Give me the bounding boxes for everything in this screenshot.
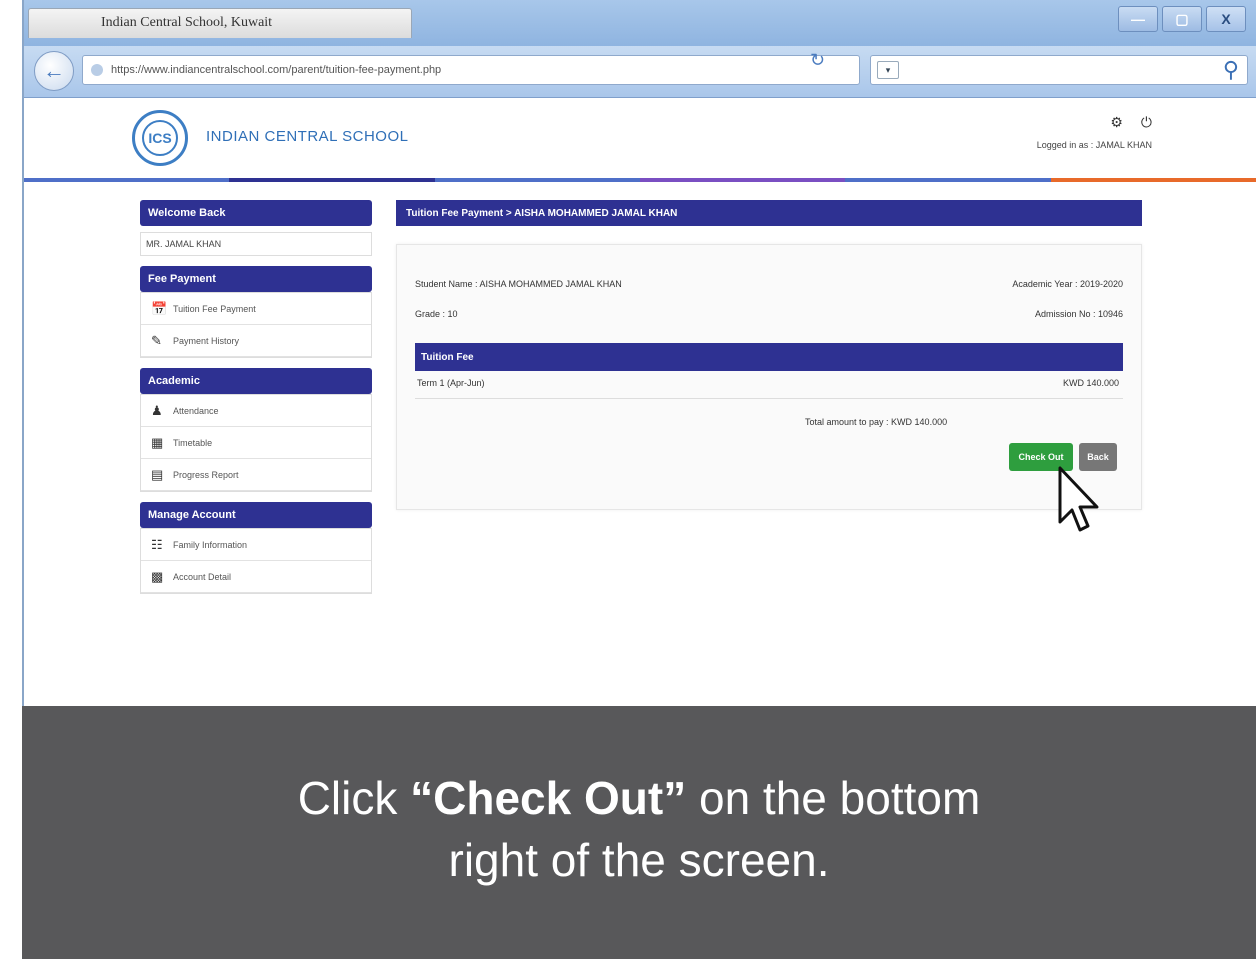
caption-line-1: Click “Check Out” on the bottom — [22, 772, 1256, 824]
grade: Grade : 10 — [415, 309, 458, 319]
welcome-header: Welcome Back — [140, 200, 372, 226]
sidebar-item-label: Tuition Fee Payment — [173, 303, 256, 314]
academic-header: Academic — [140, 368, 372, 394]
sidebar: Welcome Back MR. JAMAL KHAN Fee Payment … — [140, 200, 372, 604]
payment-panel-body: Student Name : AISHA MOHAMMED JAMAL KHAN… — [415, 245, 1123, 509]
title-bar: Indian Central School, Kuwait — ▢ X — [24, 0, 1256, 46]
manage-account-menu: ☷ Family Information ▩ Account Detail — [140, 528, 372, 594]
caption-emphasis: “Check Out” — [410, 772, 687, 824]
main-content: Tuition Fee Payment > AISHA MOHAMMED JAM… — [396, 200, 1142, 510]
admission-number: Admission No : 10946 — [1034, 309, 1123, 319]
payment-panel: Student Name : AISHA MOHAMMED JAMAL KHAN… — [396, 244, 1142, 510]
fee-table-header: Tuition Fee — [415, 343, 1123, 371]
browser-navbar: ← https://www.indiancentralschool.com/pa… — [24, 46, 1256, 98]
timetable-icon: ▦ — [151, 434, 164, 450]
header-icons: ⚙ ⏻ — [1110, 114, 1152, 131]
stripe-segment — [229, 178, 435, 182]
site-header: ICS INDIAN CENTRAL SCHOOL ⚙ ⏻ Logged in … — [24, 98, 1256, 184]
caption-line-2: right of the screen. — [448, 834, 830, 886]
progress-report-icon: ▤ — [151, 466, 164, 482]
sidebar-item-label: Progress Report — [173, 469, 239, 480]
fee-payment-menu: 📅 Tuition Fee Payment ✎ Payment History — [140, 292, 372, 358]
logo-emblem: ICS — [142, 120, 178, 156]
attendance-icon: ♟ — [151, 402, 163, 418]
logged-in-text: Logged in as : JAMAL KHAN — [1036, 140, 1152, 150]
school-logo[interactable]: ICS — [132, 110, 188, 166]
stripe-segment — [434, 178, 640, 182]
power-icon[interactable]: ⏻ — [1141, 114, 1152, 131]
page-title: Tuition Fee Payment > AISHA MOHAMMED JAM… — [396, 200, 1142, 226]
arrow-left-icon: ← — [43, 58, 65, 83]
search-engine-dropdown[interactable]: ▾ — [877, 61, 899, 79]
sidebar-item-timetable[interactable]: ▦ Timetable — [141, 427, 371, 459]
instruction-caption: Click “Check Out” on the bottom right of… — [22, 706, 1256, 959]
sidebar-item-label: Timetable — [173, 437, 213, 448]
calendar-icon: 📅 — [151, 300, 168, 316]
sidebar-item-progress-report[interactable]: ▤ Progress Report — [141, 459, 371, 491]
minimize-button[interactable]: — — [1118, 6, 1158, 32]
sidebar-item-family-information[interactable]: ☷ Family Information — [141, 529, 371, 561]
sidebar-item-label: Payment History — [173, 335, 240, 346]
manage-account-header: Manage Account — [140, 502, 372, 528]
stripe-segment — [1050, 178, 1256, 182]
address-bar[interactable]: https://www.indiancentralschool.com/pare… — [82, 55, 860, 85]
reload-icon[interactable]: ↻ — [810, 50, 825, 71]
academic-year: Academic Year : 2019-2020 — [1012, 279, 1123, 289]
address-url: https://www.indiancentralschool.com/pare… — [111, 64, 442, 76]
fee-term-label: Term 1 (Apr-Jun) — [417, 378, 485, 388]
student-name: Student Name : AISHA MOHAMMED JAMAL KHAN — [415, 279, 622, 289]
total-amount: Total amount to pay : KWD 140.000 — [805, 417, 948, 427]
sidebar-item-account-detail[interactable]: ▩ Account Detail — [141, 561, 371, 593]
globe-icon — [91, 64, 103, 76]
back-button[interactable]: ← — [34, 51, 74, 91]
table-row: Term 1 (Apr-Jun) KWD 140.000 — [415, 375, 1123, 399]
stripe-segment — [639, 178, 846, 182]
mouse-pointer-icon — [1058, 466, 1099, 532]
academic-menu: ♟ Attendance ▦ Timetable ▤ Progress Repo… — [140, 394, 372, 492]
sidebar-item-attendance[interactable]: ♟ Attendance — [141, 395, 371, 427]
search-input[interactable]: ▾ ⚲ — [870, 55, 1248, 85]
restore-button[interactable]: ▢ — [1162, 6, 1202, 32]
settings-icon[interactable]: ⚙ — [1110, 114, 1123, 131]
stripe-segment — [24, 178, 230, 182]
family-info-icon: ☷ — [151, 536, 163, 552]
school-name[interactable]: INDIAN CENTRAL SCHOOL — [206, 128, 408, 145]
sidebar-item-label: Family Information — [173, 539, 248, 550]
caption-prefix: Click — [297, 772, 411, 824]
color-stripe — [24, 178, 1256, 182]
window-controls: — ▢ X — [1118, 6, 1246, 32]
fee-payment-header: Fee Payment — [140, 266, 372, 292]
fee-term-amount: KWD 140.000 — [1062, 378, 1119, 388]
sidebar-item-payment-history[interactable]: ✎ Payment History — [141, 325, 371, 357]
close-button[interactable]: X — [1206, 6, 1246, 32]
student-row: Student Name : AISHA MOHAMMED JAMAL KHAN… — [415, 279, 1123, 289]
grade-row: Grade : 10 Admission No : 10946 — [415, 309, 1123, 319]
sidebar-item-tuition-fee-payment[interactable]: 📅 Tuition Fee Payment — [141, 293, 371, 325]
search-icon[interactable]: ⚲ — [1223, 57, 1239, 83]
sidebar-item-label: Attendance — [173, 405, 219, 416]
browser-tab[interactable]: Indian Central School, Kuwait — [28, 8, 412, 38]
caption-suffix: on the bottom — [686, 772, 981, 824]
stripe-segment — [845, 178, 1051, 182]
account-detail-icon: ▩ — [151, 568, 164, 584]
history-icon: ✎ — [151, 332, 162, 348]
welcome-user: MR. JAMAL KHAN — [140, 232, 372, 256]
sidebar-item-label: Account Detail — [173, 571, 232, 582]
